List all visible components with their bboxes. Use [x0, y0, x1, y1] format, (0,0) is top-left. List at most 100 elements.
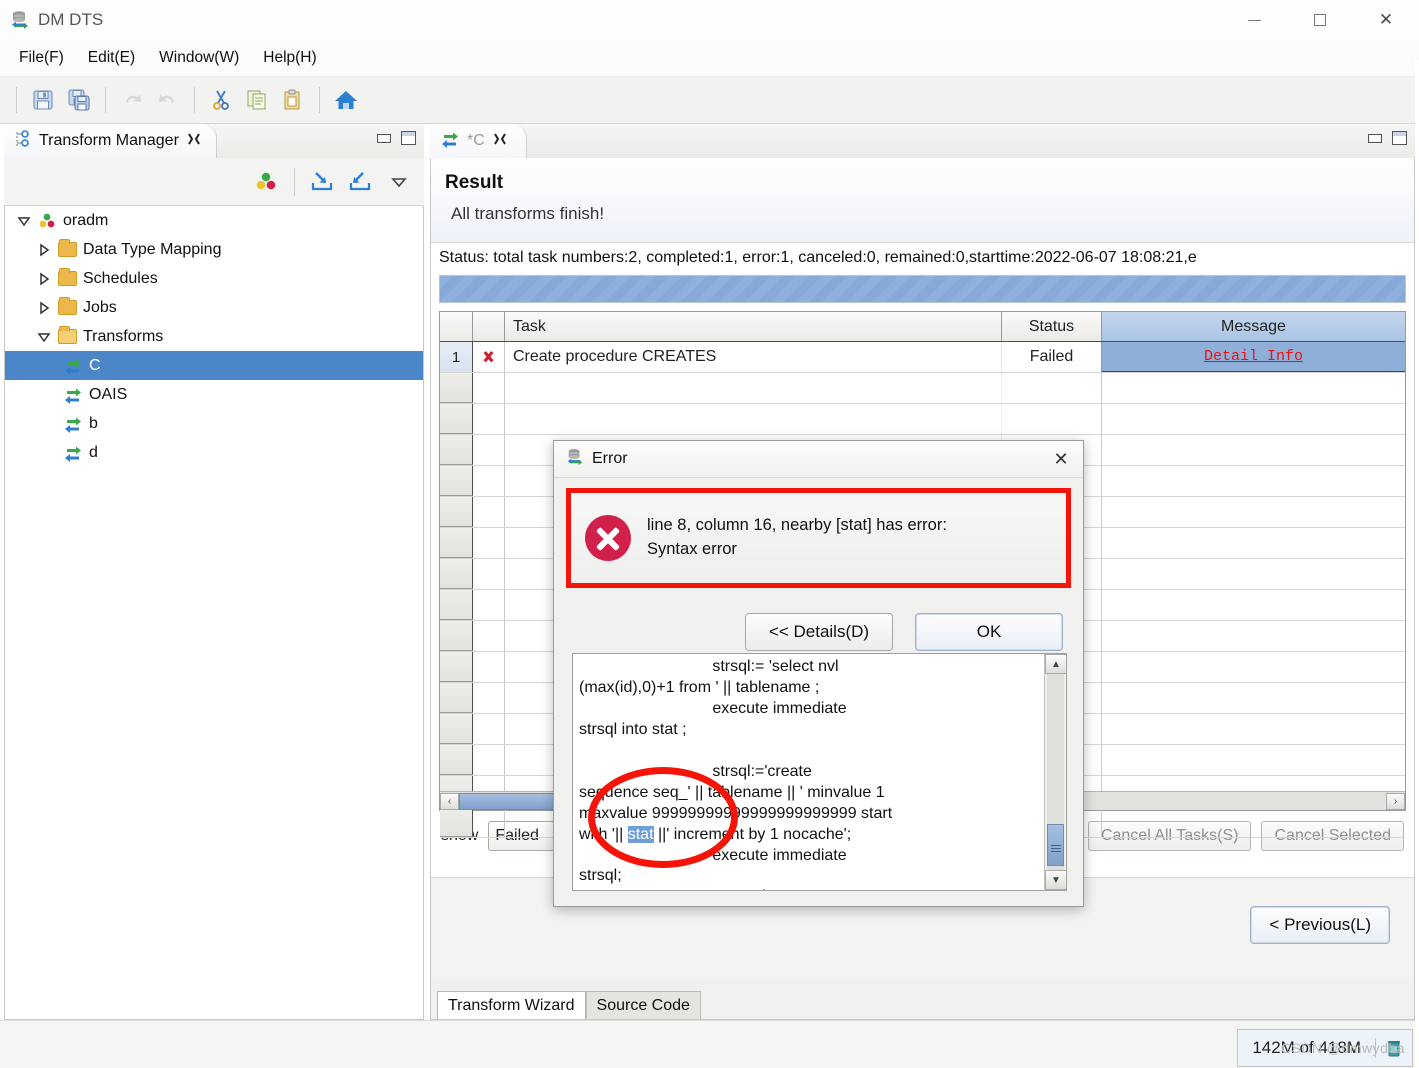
home-icon[interactable]	[328, 83, 364, 117]
transform-manager-panel: Transform Manager oradm Data Type Mappin…	[4, 124, 424, 1020]
menu-edit[interactable]: Edit(E)	[79, 45, 144, 71]
close-icon[interactable]	[492, 131, 508, 151]
tree-item-label: d	[89, 443, 98, 461]
status-text: Status: total task numbers:2, completed:…	[431, 242, 1414, 271]
table-row[interactable]: 1 Create procedure CREATES Failed Detail…	[440, 342, 1405, 373]
transform-icon	[61, 386, 85, 404]
import-icon[interactable]	[306, 166, 340, 198]
paste-icon[interactable]	[275, 83, 311, 117]
chevron-down-icon[interactable]	[13, 214, 35, 228]
scroll-track[interactable]	[1047, 674, 1064, 870]
status-bar: 142M of 418M CSDN @dmwydba	[0, 1020, 1419, 1068]
tree-item-d[interactable]: d	[5, 438, 423, 467]
error-message-box: line 8, column 16, nearby [stat] has err…	[566, 488, 1071, 588]
previous-button[interactable]: < Previous(L)	[1250, 906, 1390, 944]
tree-item-transforms[interactable]: Transforms	[5, 322, 423, 351]
chevron-down-icon[interactable]	[33, 330, 55, 344]
table-empty-row[interactable]	[440, 373, 1405, 404]
col-icon	[473, 312, 505, 341]
panel-minimize-icon[interactable]	[377, 133, 391, 143]
row-task: Create procedure CREATES	[505, 342, 1002, 372]
result-header: Result All transforms finish!	[431, 158, 1414, 242]
new-transform-icon[interactable]	[249, 166, 283, 198]
undo-icon	[114, 83, 150, 117]
col-task[interactable]: Task	[505, 312, 1002, 341]
chevron-right-icon[interactable]	[33, 301, 55, 315]
save-icon[interactable]	[25, 83, 61, 117]
row-status: Failed	[1002, 342, 1102, 372]
scroll-up-button[interactable]: ▲	[1045, 654, 1066, 674]
tab-transform-manager[interactable]: Transform Manager	[4, 124, 217, 158]
tree-item-label: C	[89, 356, 101, 374]
scroll-left-button[interactable]: ‹	[440, 792, 459, 810]
save-all-icon[interactable]	[61, 83, 97, 117]
panel-maximize-icon[interactable]	[1392, 131, 1407, 145]
right-panel-controls	[1368, 131, 1407, 145]
tree-item-label: b	[89, 414, 98, 432]
tree-item-jobs[interactable]: Jobs	[5, 293, 423, 322]
detail-info-link[interactable]: Detail Info	[1204, 348, 1303, 365]
detail-vertical-scrollbar[interactable]: ▲ ▼	[1044, 654, 1066, 890]
redo-icon	[150, 83, 186, 117]
tree-item-label: Data Type Mapping	[83, 240, 222, 258]
cut-icon[interactable]	[203, 83, 239, 117]
tree-item-oradm[interactable]: oradm	[5, 206, 423, 235]
scroll-down-button[interactable]: ▼	[1045, 870, 1066, 890]
close-icon[interactable]	[186, 131, 202, 151]
tree-item-b[interactable]: b	[5, 409, 423, 438]
menu-file[interactable]: File(F)	[10, 45, 73, 71]
right-edge-clip	[1415, 60, 1419, 1068]
export-icon[interactable]	[344, 166, 378, 198]
left-panel-toolbar	[4, 158, 424, 206]
editor-bottom-tabs: Transform Wizard Source Code	[431, 977, 1414, 1019]
close-button[interactable]: ✕	[1353, 0, 1419, 40]
tree-item-label: Schedules	[83, 269, 158, 287]
col-status[interactable]: Status	[1002, 312, 1102, 341]
folder-open-icon	[55, 326, 79, 344]
tab-source-code[interactable]: Source Code	[585, 991, 701, 1019]
scroll-right-button[interactable]: ›	[1386, 792, 1405, 810]
table-empty-row[interactable]	[440, 404, 1405, 435]
error-circle-x-icon	[585, 515, 631, 561]
details-button[interactable]: << Details(D)	[745, 613, 893, 651]
menu-window[interactable]: Window(W)	[150, 45, 248, 71]
left-panel-tabrow: Transform Manager	[4, 124, 424, 158]
dialog-title: Error	[592, 450, 628, 467]
transform-manager-icon	[14, 130, 32, 152]
detail-text-area[interactable]: begin strsql:= 'select nvl (max(id),0)+1…	[572, 653, 1067, 891]
tree-item-label: Transforms	[83, 327, 164, 345]
menu-help[interactable]: Help(H)	[254, 45, 325, 71]
left-panel-title: Transform Manager	[39, 132, 179, 149]
panel-minimize-icon[interactable]	[1368, 133, 1382, 143]
right-panel-tabrow: *C	[430, 124, 1415, 158]
tab-transform-wizard[interactable]: Transform Wizard	[437, 991, 586, 1019]
copy-icon[interactable]	[239, 83, 275, 117]
result-message: All transforms finish!	[451, 204, 605, 223]
close-icon[interactable]: ✕	[1047, 447, 1075, 471]
folder-icon	[55, 297, 79, 315]
progress-bar	[439, 275, 1406, 303]
ok-button[interactable]: OK	[915, 613, 1063, 651]
menu-bar: File(F) Edit(E) Window(W) Help(H)	[0, 40, 1419, 77]
tab-transform-c[interactable]: *C	[430, 124, 527, 158]
maximize-button[interactable]	[1287, 0, 1353, 40]
row-message[interactable]: Detail Info	[1102, 342, 1405, 372]
col-message[interactable]: Message	[1102, 312, 1405, 341]
view-menu-icon[interactable]	[382, 166, 416, 198]
folder-icon	[55, 268, 79, 286]
panel-maximize-icon[interactable]	[401, 131, 416, 145]
transform-icon	[440, 130, 460, 152]
tree-item-schedules[interactable]: Schedules	[5, 264, 423, 293]
scroll-thumb[interactable]	[1047, 824, 1064, 866]
error-message-line2: Syntax error	[647, 540, 737, 558]
tree-item-c[interactable]: C	[5, 351, 423, 380]
chevron-right-icon[interactable]	[33, 243, 55, 257]
chevron-right-icon[interactable]	[33, 272, 55, 286]
tree-item-data-type-mapping[interactable]: Data Type Mapping	[5, 235, 423, 264]
error-x-icon	[473, 342, 505, 372]
tree-item-oais[interactable]: OAIS	[5, 380, 423, 409]
transform-tree[interactable]: oradm Data Type Mapping Schedules Jobs T…	[4, 206, 424, 1020]
progress-fill	[440, 276, 1405, 302]
table-header: Task Status Message	[440, 312, 1405, 342]
minimize-button[interactable]	[1221, 0, 1287, 40]
